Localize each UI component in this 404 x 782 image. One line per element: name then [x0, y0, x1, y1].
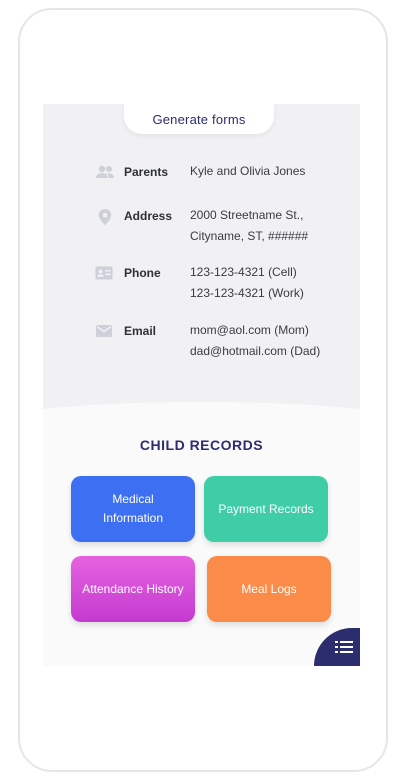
address-value-line-1: 2000 Streetname St.,	[190, 208, 304, 222]
mail-icon	[95, 324, 113, 340]
payment-records-tile[interactable]: Payment Records	[204, 476, 328, 542]
attendance-history-label: Attendance History	[82, 581, 184, 596]
list-menu-icon	[335, 640, 353, 659]
parents-value-line: Kyle and Olivia Jones	[190, 164, 306, 178]
child-records-title: CHILD RECORDS	[139, 437, 264, 453]
phone-value: 123-123-4321 (Cell) 123-123-4321 (Work)	[190, 262, 304, 304]
location-pin-icon	[95, 209, 113, 225]
address-value-line-2: Cityname, ST, ######	[190, 229, 309, 243]
email-value: mom@aol.com (Mom) dad@hotmail.com (Dad)	[190, 320, 320, 362]
parents-label: Parents	[124, 165, 169, 179]
medical-information-tile[interactable]: Medical Information	[71, 476, 195, 542]
address-value: 2000 Streetname St., Cityname, ST, #####…	[190, 205, 308, 247]
medical-information-label: Medical Information	[102, 492, 164, 525]
people-icon	[95, 165, 114, 181]
app-screen: Generate forms Parents Kyle and Olivia J…	[43, 104, 360, 666]
address-label: Address	[124, 209, 173, 223]
email-label: Email	[124, 324, 157, 338]
payment-records-label: Payment Records	[218, 501, 314, 516]
meal-logs-label: Meal Logs	[241, 581, 297, 596]
generate-forms-button[interactable]: Generate forms	[124, 104, 274, 134]
email-value-line-1: mom@aol.com (Mom)	[190, 323, 309, 337]
contact-card-icon	[95, 266, 113, 282]
phone-value-line-2: 123-123-4321 (Work)	[190, 286, 304, 300]
email-value-line-2: dad@hotmail.com (Dad)	[190, 344, 321, 358]
phone-label: Phone	[124, 266, 161, 280]
phone-value-line-1: 123-123-4321 (Cell)	[190, 265, 297, 279]
parents-value: Kyle and Olivia Jones	[190, 161, 305, 182]
attendance-history-tile[interactable]: Attendance History	[71, 556, 195, 622]
meal-logs-tile[interactable]: Meal Logs	[207, 556, 331, 622]
